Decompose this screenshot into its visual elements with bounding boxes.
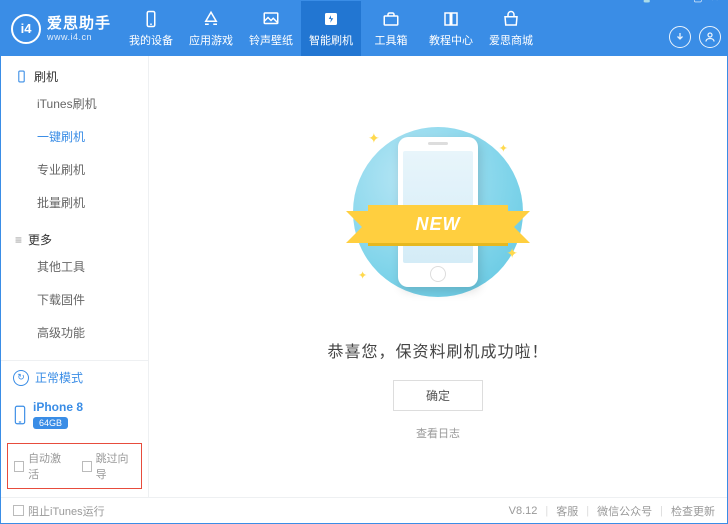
view-log-link[interactable]: 查看日志 [416, 425, 460, 441]
device-mode-label: 正常模式 [35, 369, 83, 386]
statusbar: 阻止iTunes运行 V8.12 | 客服 | 微信公众号 | 检查更新 [1, 497, 727, 523]
checkbox-label: 跳过向导 [96, 450, 135, 482]
sparkle-icon: ✦ [368, 130, 380, 147]
skin-icon[interactable]: 👕 [639, 0, 655, 4]
titlebar: i4 爱思助手 www.i4.cn 我的设备 应用游戏 铃声壁纸 智能刷机 [1, 1, 727, 56]
sidebar-item-onekey-flash[interactable]: 一键刷机 [1, 120, 148, 153]
user-icon[interactable] [699, 26, 721, 48]
phone-icon [15, 70, 28, 83]
app-window: i4 爱思助手 www.i4.cn 我的设备 应用游戏 铃声壁纸 智能刷机 [0, 0, 728, 524]
nav-tabs: 我的设备 应用游戏 铃声壁纸 智能刷机 工具箱 教程中心 [121, 1, 541, 56]
nav-label: 智能刷机 [309, 32, 353, 48]
ok-button[interactable]: 确定 [393, 380, 483, 411]
close-icon[interactable]: ✕ [709, 0, 721, 4]
maximize-icon[interactable]: ▢ [691, 0, 704, 4]
device-name: iPhone 8 [33, 400, 83, 414]
options-row: 自动激活 跳过向导 [7, 443, 142, 489]
nav-label: 铃声壁纸 [249, 32, 293, 48]
sidebar-item-download-firmware[interactable]: 下载固件 [1, 283, 148, 316]
sidebar-group-more[interactable]: ≡ 更多 [1, 225, 148, 250]
device-info[interactable]: iPhone 8 64GB [1, 394, 148, 439]
sidebar-group-label: 刷机 [34, 68, 58, 85]
book-icon [442, 10, 460, 28]
window-controls: 👕 ≡ — ▢ ✕ [639, 0, 721, 4]
sidebar-item-batch-flash[interactable]: 批量刷机 [1, 186, 148, 219]
checkbox-skip-wizard[interactable]: 跳过向导 [82, 450, 136, 482]
sidebar-item-itunes-flash[interactable]: iTunes刷机 [1, 87, 148, 120]
wechat-link[interactable]: 微信公众号 [597, 503, 652, 519]
sidebar-group-flash[interactable]: 刷机 [1, 62, 148, 87]
nav-tutorial[interactable]: 教程中心 [421, 1, 481, 56]
sidebar: 刷机 iTunes刷机 一键刷机 专业刷机 批量刷机 ≡ 更多 其他工具 下载固… [1, 56, 149, 497]
device-storage-badge: 64GB [33, 417, 68, 429]
toolbox-icon [382, 10, 400, 28]
device-mode[interactable]: ↻ 正常模式 [1, 361, 148, 394]
sparkle-icon: ✦ [506, 245, 518, 262]
version-label: V8.12 [509, 505, 538, 517]
main-panel: ✦ ✦ ✦ ✦ NEW 恭喜您，保资料刷机成功啦！ 确定 查看日志 [149, 56, 727, 497]
sidebar-item-other-tools[interactable]: 其他工具 [1, 250, 148, 283]
app-url: www.i4.cn [47, 32, 111, 42]
refresh-icon: ↻ [13, 370, 29, 386]
sparkle-icon: ✦ [358, 269, 367, 282]
sidebar-item-pro-flash[interactable]: 专业刷机 [1, 153, 148, 186]
sidebar-item-advanced[interactable]: 高级功能 [1, 316, 148, 349]
nav-label: 工具箱 [375, 32, 408, 48]
nav-smart-flash[interactable]: 智能刷机 [301, 1, 361, 56]
sidebar-group-label: 更多 [28, 231, 52, 248]
body: 刷机 iTunes刷机 一键刷机 专业刷机 批量刷机 ≡ 更多 其他工具 下载固… [1, 56, 727, 497]
new-ribbon: NEW [368, 205, 508, 243]
menu-icon[interactable]: ≡ [659, 0, 669, 4]
list-icon: ≡ [15, 233, 22, 247]
support-link[interactable]: 客服 [556, 503, 578, 519]
checkbox-auto-activate[interactable]: 自动激活 [14, 450, 68, 482]
check-update-link[interactable]: 检查更新 [671, 503, 715, 519]
app-logo: i4 爱思助手 www.i4.cn [1, 14, 121, 44]
minimize-icon[interactable]: — [673, 0, 687, 4]
checkbox-label: 自动激活 [28, 450, 67, 482]
appstore-icon [202, 10, 220, 28]
success-message: 恭喜您，保资料刷机成功啦！ [327, 338, 548, 362]
download-icon[interactable] [669, 26, 691, 48]
success-illustration: ✦ ✦ ✦ ✦ NEW [328, 112, 548, 312]
nav-ringtone-wallpaper[interactable]: 铃声壁纸 [241, 1, 301, 56]
nav-shop[interactable]: 爱思商城 [481, 1, 541, 56]
nav-my-device[interactable]: 我的设备 [121, 1, 181, 56]
phone-icon [142, 10, 160, 28]
image-icon [262, 10, 280, 28]
nav-label: 我的设备 [129, 32, 173, 48]
nav-apps-games[interactable]: 应用游戏 [181, 1, 241, 56]
checkbox-block-itunes[interactable]: 阻止iTunes运行 [13, 503, 105, 519]
shop-icon [502, 10, 520, 28]
nav-toolbox[interactable]: 工具箱 [361, 1, 421, 56]
nav-label: 爱思商城 [489, 32, 533, 48]
nav-label: 教程中心 [429, 32, 473, 48]
phone-icon [13, 405, 27, 425]
checkbox-label: 阻止iTunes运行 [28, 503, 105, 519]
logo-icon: i4 [11, 14, 41, 44]
nav-label: 应用游戏 [189, 32, 233, 48]
sparkle-icon: ✦ [499, 142, 508, 155]
app-title: 爱思助手 [47, 15, 111, 32]
flash-icon [322, 10, 340, 28]
